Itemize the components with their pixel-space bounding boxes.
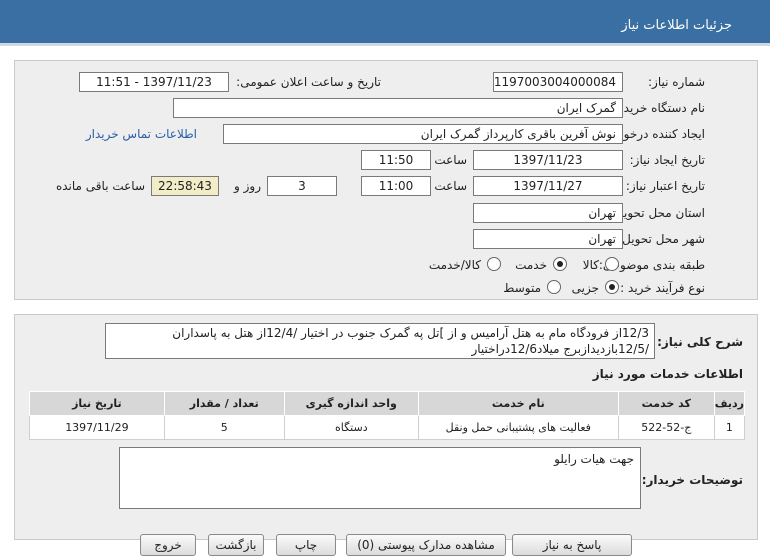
created-time-field[interactable]: 11:50 bbox=[361, 150, 431, 170]
process-minor-radio[interactable] bbox=[605, 280, 619, 294]
valid-date-field[interactable]: 1397/11/27 bbox=[473, 176, 623, 196]
buyer-org-label: نام دستگاه خریدار: bbox=[610, 101, 706, 115]
created-time-label: ساعت bbox=[434, 153, 467, 167]
col-quantity: تعداد / مقدار bbox=[163, 391, 285, 416]
buyer-contact-link[interactable]: اطلاعات تماس خریدار bbox=[86, 127, 197, 141]
description-line-1: 12/3از فرودگاه مام به هتل آرامیس و از ]ت… bbox=[172, 326, 649, 340]
cell-row-number: 1 bbox=[713, 415, 746, 440]
description-line-2: /12/5بازدیدازبرج میلاد12/6دراختیار bbox=[471, 342, 649, 356]
process-type-label: نوع فرآیند خرید : bbox=[620, 281, 705, 295]
buyer-org-field[interactable]: گمرک ایران bbox=[173, 98, 623, 118]
valid-time-field[interactable]: 11:00 bbox=[361, 176, 431, 196]
process-medium-radio[interactable] bbox=[547, 280, 561, 294]
announce-datetime-label: تاریخ و ساعت اعلان عمومی: bbox=[236, 75, 381, 89]
category-goods-label: کالا bbox=[582, 258, 599, 272]
view-attachments-button[interactable]: مشاهده مدارک پیوستی (0) bbox=[346, 534, 506, 556]
buyer-notes-label: توضیحات خریدار: bbox=[641, 473, 743, 487]
city-label: شهر محل تحویل: bbox=[618, 232, 705, 246]
days-remaining-field[interactable]: 3 bbox=[267, 176, 337, 196]
back-button[interactable]: بازگشت bbox=[208, 534, 264, 556]
cell-need-date: 1397/11/29 bbox=[29, 415, 165, 440]
valid-date-label: تاریخ اعتبار نیاز: bbox=[625, 179, 705, 193]
col-service-name: نام خدمت bbox=[417, 391, 619, 416]
category-service-radio[interactable] bbox=[553, 257, 567, 271]
need-number-field[interactable]: 1197003004000084 bbox=[493, 72, 623, 92]
services-header-row: ردیف کد خدمت نام خدمت واحد اندازه گیری ت… bbox=[29, 391, 746, 416]
process-minor-label: جزیی bbox=[571, 281, 599, 295]
description-label: شرح کلی نیاز: bbox=[657, 335, 743, 349]
exit-button[interactable]: خروج bbox=[140, 534, 196, 556]
col-row-number: ردیف bbox=[713, 391, 746, 416]
province-field[interactable]: تهران bbox=[473, 203, 623, 223]
header-bar: جزئیات اطلاعات نیاز bbox=[0, 0, 770, 46]
valid-time-label: ساعت bbox=[434, 179, 467, 193]
cell-service-code: ج-52-522 bbox=[617, 415, 715, 440]
col-unit: واحد اندازه گیری bbox=[283, 391, 419, 416]
reply-button[interactable]: پاسخ به نیاز bbox=[512, 534, 632, 556]
col-service-code: کد خدمت bbox=[617, 391, 715, 416]
services-table: ردیف کد خدمت نام خدمت واحد اندازه گیری ت… bbox=[29, 391, 746, 440]
buyer-notes-field[interactable]: جهت هیات رایلو bbox=[119, 447, 641, 509]
requester-field[interactable]: نوش آفرین باقری کارپرداز گمرک ایران bbox=[223, 124, 623, 144]
page-title: جزئیات اطلاعات نیاز bbox=[621, 18, 732, 33]
need-details-panel: شرح کلی نیاز: 12/3از فرودگاه مام به هتل … bbox=[14, 314, 758, 540]
remaining-time-field: 22:58:43 bbox=[151, 176, 219, 196]
cell-quantity: 5 bbox=[163, 415, 285, 440]
table-row[interactable]: 1 ج-52-522 فعالیت های پشتیبانی حمل ونقل … bbox=[29, 415, 746, 440]
category-goods-service-radio[interactable] bbox=[487, 257, 501, 271]
province-label: استان محل تحویل: bbox=[610, 206, 705, 220]
remaining-time-label: ساعت باقی مانده bbox=[55, 179, 145, 193]
col-need-date: تاریخ نیاز bbox=[29, 391, 165, 416]
city-field[interactable]: تهران bbox=[473, 229, 623, 249]
announce-datetime-field[interactable]: 1397/11/23 - 11:51 bbox=[79, 72, 229, 92]
services-title: اطلاعات خدمات مورد نیاز bbox=[592, 367, 743, 381]
cell-service-name: فعالیت های پشتیبانی حمل ونقل bbox=[417, 415, 619, 440]
created-date-field[interactable]: 1397/11/23 bbox=[473, 150, 623, 170]
need-info-panel: شماره نیاز: 1197003004000084 تاریخ و ساع… bbox=[14, 60, 758, 300]
category-service-label: خدمت bbox=[515, 258, 547, 272]
created-date-label: تاریخ ایجاد نیاز: bbox=[629, 153, 705, 167]
need-number-label: شماره نیاز: bbox=[648, 75, 705, 89]
category-goods-radio[interactable] bbox=[605, 257, 619, 271]
cell-unit: دستگاه bbox=[283, 415, 419, 440]
process-medium-label: متوسط bbox=[503, 281, 541, 295]
print-button[interactable]: چاپ bbox=[276, 534, 336, 556]
days-label: روز و bbox=[234, 179, 261, 193]
description-field[interactable]: 12/3از فرودگاه مام به هتل آرامیس و از ]ت… bbox=[105, 323, 655, 359]
category-goods-service-label: کالا/خدمت bbox=[428, 258, 481, 272]
